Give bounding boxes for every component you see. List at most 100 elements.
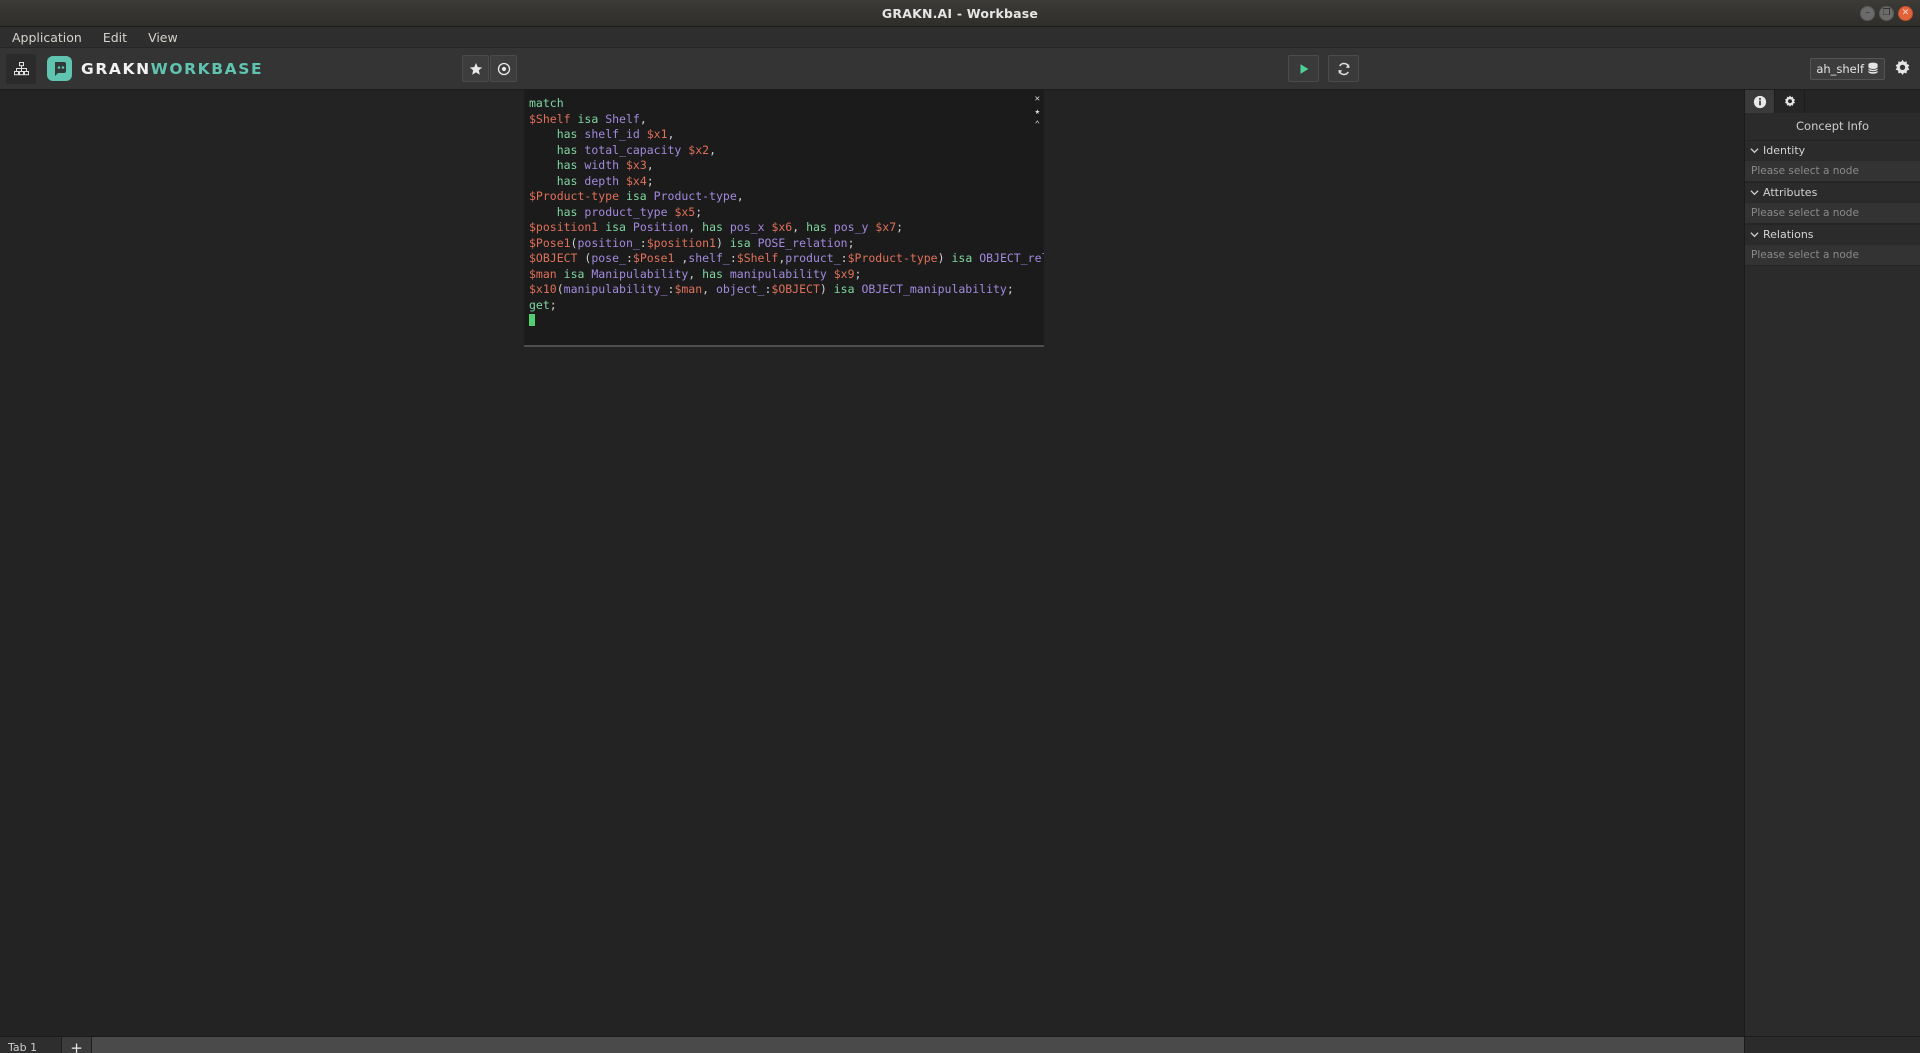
query-token: $man bbox=[674, 282, 703, 296]
query-token: $OBJECT bbox=[771, 282, 820, 296]
query-token: Position bbox=[632, 220, 689, 234]
chevron-up-icon[interactable]: ⌃ bbox=[1035, 120, 1040, 130]
query-token: $man bbox=[529, 266, 557, 281]
query-token: manipulability_ bbox=[563, 282, 668, 296]
info-icon bbox=[1753, 95, 1766, 108]
text-caret bbox=[529, 314, 535, 326]
query-token: has bbox=[702, 220, 723, 234]
tab-panel-settings[interactable] bbox=[1775, 90, 1805, 113]
tab-bar-right-pad bbox=[1744, 1037, 1920, 1053]
query-token: OBJECT_relation bbox=[979, 251, 1044, 265]
keyspace-selector[interactable]: ah_shelf bbox=[1810, 57, 1885, 80]
graph-view-button[interactable] bbox=[6, 53, 36, 84]
query-token: total_capacity bbox=[584, 142, 682, 157]
minimize-button[interactable]: – bbox=[1860, 6, 1875, 21]
query-token: ( bbox=[556, 282, 564, 296]
query-token: $x10 bbox=[529, 282, 557, 296]
query-token bbox=[647, 189, 654, 203]
query-token: object_ bbox=[716, 282, 765, 296]
tab-1-label: Tab 1 bbox=[8, 1041, 38, 1053]
section-empty-identity: Please select a node bbox=[1745, 160, 1920, 182]
run-query-button[interactable] bbox=[1288, 55, 1319, 82]
section-header-relations[interactable]: Relations bbox=[1745, 224, 1920, 244]
query-token: $position1 bbox=[646, 235, 716, 250]
section-header-attributes[interactable]: Attributes bbox=[1745, 182, 1920, 202]
star-icon[interactable]: ★ bbox=[1035, 107, 1040, 117]
section-header-identity[interactable]: Identity bbox=[1745, 140, 1920, 160]
query-line: $man isa Manipulability, has manipulabil… bbox=[529, 267, 1044, 283]
query-token: $x3 bbox=[625, 158, 647, 172]
close-button[interactable]: ✕ bbox=[1898, 6, 1913, 21]
refresh-button[interactable] bbox=[1328, 55, 1359, 82]
query-line: has shelf_id $x1, bbox=[529, 127, 1044, 143]
query-token bbox=[529, 205, 557, 219]
tab-concept-info[interactable] bbox=[1745, 90, 1775, 113]
window-controls: – ❐ ✕ bbox=[1860, 0, 1913, 27]
query-token: manipulability bbox=[729, 266, 827, 281]
main-area: match $Shelf isa Shelf, has shelf_id $x1,… bbox=[0, 90, 1920, 1036]
query-token: isa bbox=[577, 111, 599, 126]
query-token: OBJECT_manipulability bbox=[861, 282, 1007, 296]
query-token: , bbox=[639, 111, 647, 126]
query-token: ) bbox=[819, 282, 834, 296]
brand-text: GRAKNWORKBASE bbox=[81, 60, 263, 78]
favorites-button[interactable] bbox=[462, 55, 489, 82]
query-token: $Pose1 bbox=[529, 235, 571, 250]
menu-item-application[interactable]: Application bbox=[8, 29, 86, 46]
query-token: ( bbox=[577, 251, 592, 265]
query-token: Manipulability bbox=[591, 266, 689, 281]
graph-canvas[interactable]: match $Shelf isa Shelf, has shelf_id $x1,… bbox=[0, 90, 1744, 1036]
query-token: $Shelf bbox=[736, 251, 779, 265]
query-token: product_type bbox=[584, 204, 668, 219]
query-token: isa bbox=[625, 189, 647, 203]
query-token: $x7 bbox=[875, 220, 897, 234]
maximize-icon: ❐ bbox=[1882, 8, 1891, 18]
query-token bbox=[619, 158, 626, 172]
menu-item-edit[interactable]: Edit bbox=[99, 29, 131, 46]
panel-title: Concept Info bbox=[1745, 113, 1920, 140]
tab-1[interactable]: Tab 1 bbox=[0, 1037, 62, 1053]
app-toolbar: GRAKNWORKBASE ah_shelf bbox=[0, 48, 1920, 90]
query-token: $x5 bbox=[674, 204, 696, 219]
query-token: pos_x bbox=[729, 220, 765, 234]
panel-tabs bbox=[1745, 90, 1920, 113]
close-icon[interactable]: ✕ bbox=[1035, 94, 1040, 104]
target-button[interactable] bbox=[490, 55, 517, 82]
query-token bbox=[619, 189, 626, 203]
menu-item-view[interactable]: View bbox=[144, 29, 182, 46]
database-icon bbox=[1867, 62, 1879, 74]
query-token: , bbox=[688, 220, 703, 234]
tab-bar-filler bbox=[92, 1037, 1744, 1053]
query-token bbox=[529, 158, 557, 172]
query-token bbox=[640, 127, 647, 141]
query-token bbox=[723, 267, 730, 281]
query-token: $x4 bbox=[625, 173, 647, 188]
query-token: has bbox=[806, 220, 827, 234]
query-token: ; bbox=[646, 173, 654, 188]
query-token: shelf_ bbox=[688, 251, 730, 265]
query-line: match bbox=[529, 96, 1044, 112]
brand-secondary: WORKBASE bbox=[150, 59, 264, 78]
chevron-down-icon bbox=[1750, 190, 1759, 196]
query-token bbox=[557, 267, 564, 281]
query-token: $x1 bbox=[646, 127, 668, 141]
query-token: isa bbox=[729, 235, 751, 250]
query-token: , bbox=[736, 189, 744, 203]
add-tab-button[interactable]: + bbox=[62, 1037, 92, 1053]
query-token: ) bbox=[715, 235, 730, 250]
query-token: $x2 bbox=[688, 142, 710, 157]
query-token: , bbox=[674, 251, 689, 265]
brand: GRAKNWORKBASE bbox=[47, 56, 263, 81]
query-editor[interactable]: match $Shelf isa Shelf, has shelf_id $x1,… bbox=[524, 90, 1044, 347]
query-token bbox=[619, 174, 626, 188]
query-token: pos_y bbox=[833, 220, 869, 234]
settings-button[interactable] bbox=[1893, 59, 1912, 78]
maximize-button[interactable]: ❐ bbox=[1879, 6, 1894, 21]
gear-icon bbox=[1895, 59, 1910, 75]
window-titlebar: GRAKN.AI - Workbase – ❐ ✕ bbox=[0, 0, 1920, 27]
query-editor-code[interactable]: match $Shelf isa Shelf, has shelf_id $x1,… bbox=[529, 96, 1044, 329]
query-token: ; bbox=[854, 266, 862, 281]
query-token: ; bbox=[896, 220, 904, 234]
play-icon bbox=[1300, 63, 1308, 74]
minimize-icon: – bbox=[1865, 8, 1870, 18]
